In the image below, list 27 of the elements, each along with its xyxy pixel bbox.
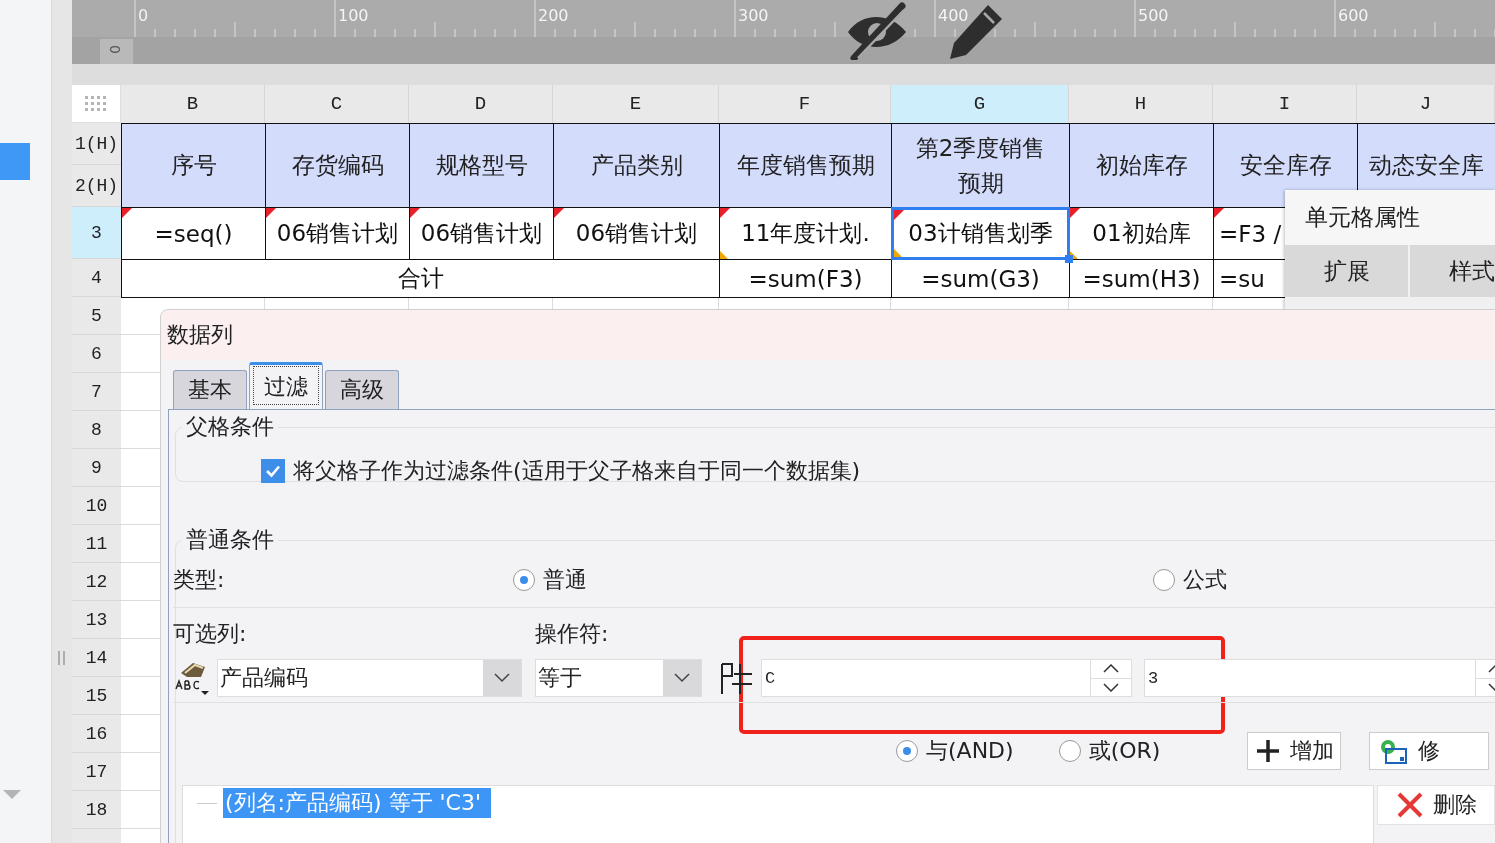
header-cell: 产品类别 <box>553 123 720 208</box>
ruler-label: 500 <box>1138 6 1169 25</box>
field-label: 类型: <box>173 566 226 594</box>
radio-label: 普通 <box>543 566 587 594</box>
group-title: 普通条件 <box>185 526 275 554</box>
radio-label: 或(OR) <box>1088 737 1161 765</box>
radio-label: 公式 <box>1183 566 1227 594</box>
ruler-label: 300 <box>738 6 769 25</box>
group-title: 父格条件 <box>185 413 275 441</box>
checkbox-label: 将父格子作为过滤条件(适用于父子格来自于同一个数据集) <box>293 457 861 485</box>
field-label: 可选列: <box>173 620 248 648</box>
panel-title: 单元格属性 <box>1285 190 1495 245</box>
header-cell: 初始库存 <box>1069 123 1214 208</box>
ruler-label: 0 <box>107 45 123 54</box>
ruler-label: 200 <box>538 6 569 25</box>
header-cell: 年度销售预期 <box>719 123 892 208</box>
header-cell: 规格型号 <box>409 123 554 208</box>
header-cell: 存货编码 <box>265 123 410 208</box>
field-label: 操作符: <box>535 620 609 648</box>
ruler-label: 600 <box>1338 6 1369 25</box>
radio-label: 与(AND) <box>926 737 1014 765</box>
ruler-label: 400 <box>938 6 969 25</box>
ruler-label: 0 <box>138 6 149 25</box>
ruler-label: 100 <box>338 6 369 25</box>
dialog-title: 数据列 <box>161 310 1495 360</box>
header-cell: 第2季度销售预期 <box>891 123 1070 208</box>
header-cell: 序号 <box>121 123 266 208</box>
